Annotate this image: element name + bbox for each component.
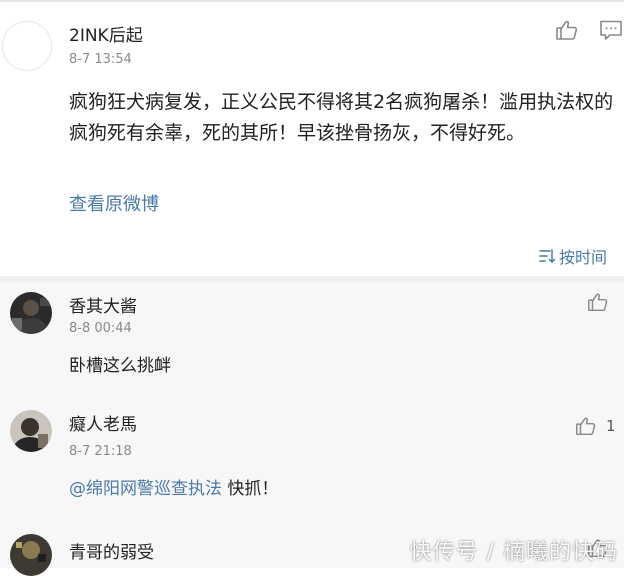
main-post: 2INK后起 8-7 13:54 疯狗狂犬病复发，正义公民不得将其2名疯狗屠杀！… <box>0 2 624 276</box>
like-count: 1 <box>606 417 616 435</box>
comment-item: 香其大酱 8-8 00:44 卧槽这么挑衅 <box>0 282 624 394</box>
thumbs-up-icon[interactable] <box>586 290 610 314</box>
post-username[interactable]: 2INK后起 <box>69 21 143 46</box>
avatar[interactable] <box>10 410 52 452</box>
comment-icon[interactable] <box>598 17 624 43</box>
avatar[interactable] <box>10 534 52 576</box>
watermark-text: 快传号 / 楠曦的快码 <box>409 540 618 565</box>
comment-username[interactable]: 癡人老馬 <box>69 410 137 435</box>
comment-username[interactable]: 青哥的弱受 <box>69 538 154 563</box>
comment-text: @绵阳网警巡查执法 快抓！ <box>69 474 278 499</box>
comment-text-rest: 快抓！ <box>222 479 279 499</box>
post-timestamp: 8-7 13:54 <box>69 52 132 67</box>
comment-timestamp: 8-7 21:18 <box>69 444 132 459</box>
thumbs-up-icon[interactable] <box>574 414 598 438</box>
comment-username[interactable]: 香其大酱 <box>69 292 137 317</box>
sort-label: 按时间 <box>559 248 608 267</box>
avatar[interactable] <box>10 292 52 334</box>
comment-timestamp: 8-8 00:44 <box>69 321 132 336</box>
view-original-link[interactable]: 查看原微博 <box>69 190 159 216</box>
comment-item: 癡人老馬 8-7 21:18 @绵阳网警巡查执法 快抓！ 1 <box>0 394 624 520</box>
sort-icon <box>539 249 556 264</box>
comment-text: 卧槽这么挑衅 <box>69 356 171 376</box>
mention-link[interactable]: @绵阳网警巡查执法 <box>69 479 222 499</box>
avatar[interactable] <box>2 21 52 71</box>
thumbs-up-icon[interactable] <box>554 17 580 43</box>
post-text: 疯狗狂犬病复发，正义公民不得将其2名疯狗屠杀！滥用执法权的疯狗死有余辜，死的其所… <box>69 91 614 144</box>
sort-by-time-button[interactable]: 按时间 <box>538 244 607 268</box>
